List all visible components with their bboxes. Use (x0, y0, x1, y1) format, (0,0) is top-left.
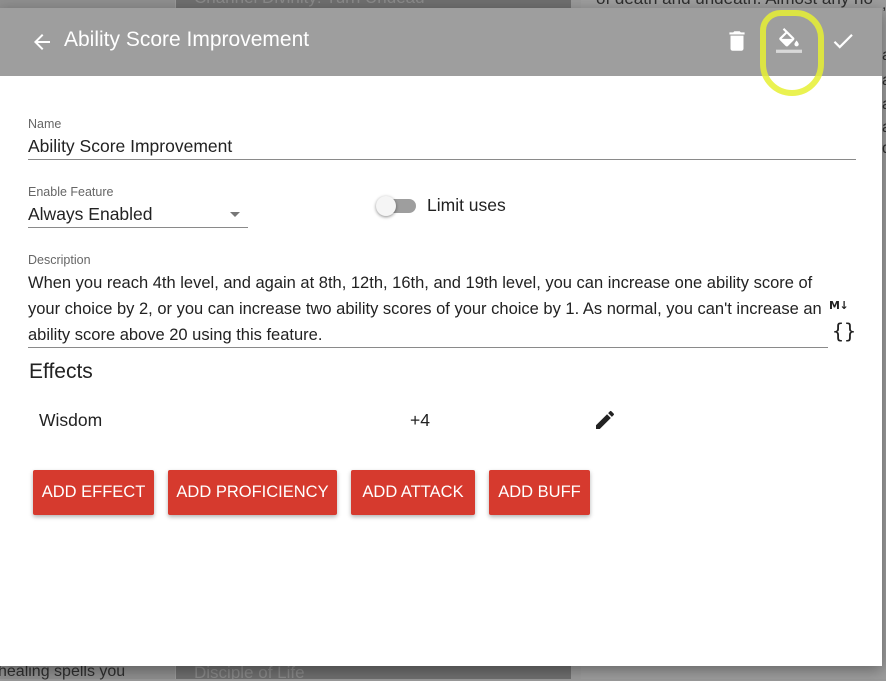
code-braces-icon[interactable]: {} (832, 319, 856, 343)
background-fragment: a (882, 119, 886, 137)
name-field-label: Name (28, 117, 62, 131)
toggle-knob (376, 196, 396, 216)
effect-name: Wisdom (39, 410, 103, 430)
background-fragment: a (882, 72, 886, 90)
background-fragment: , (882, 0, 886, 14)
description-field[interactable]: When you reach 4th level, and again at 8… (28, 270, 828, 348)
background-card-bottom-title: Disciple of Life (194, 666, 305, 679)
background-card-title: Channel Divinity: Turn Undead (194, 0, 425, 8)
edit-feature-dialog: Ability Score Improvement Name Ability S… (0, 8, 882, 666)
markdown-icon[interactable]: M↓ (829, 299, 849, 312)
limit-uses-label: Limit uses (427, 195, 506, 215)
limit-uses-toggle[interactable] (376, 196, 418, 216)
add-proficiency-button[interactable]: ADD PROFICIENCY (168, 470, 337, 515)
arrow-back-icon[interactable] (30, 30, 54, 54)
background-fragment: d (882, 140, 886, 158)
trash-icon[interactable] (724, 28, 750, 54)
background-fragment: a (882, 96, 886, 114)
enable-feature-select[interactable]: Always Enabled (28, 204, 153, 225)
effects-title: Effects (29, 360, 93, 383)
check-icon[interactable] (830, 28, 856, 54)
dialog-title: Ability Score Improvement (64, 28, 310, 51)
chevron-down-icon[interactable] (230, 212, 240, 217)
dialog-toolbar: Ability Score Improvement (0, 8, 882, 76)
name-field[interactable]: Ability Score Improvement (28, 136, 232, 157)
name-field-underline (28, 159, 856, 160)
edit-pencil-icon[interactable] (593, 408, 617, 432)
add-effect-button[interactable]: ADD EFFECT (33, 470, 154, 515)
enable-feature-underline (28, 227, 248, 228)
paint-bucket-icon[interactable] (776, 28, 802, 54)
background-fragment: a (882, 47, 886, 65)
description-underline (28, 347, 828, 348)
add-buff-button[interactable]: ADD BUFF (489, 470, 590, 515)
enable-feature-label: Enable Feature (28, 185, 114, 199)
effect-value: +4 (410, 410, 430, 430)
description-label: Description (28, 253, 91, 267)
background-card-top: Channel Divinity: Turn Undead (176, 0, 571, 8)
background-bottom-left: healing spells you (0, 663, 175, 680)
effect-row[interactable]: Wisdom +4 (0, 398, 882, 444)
background-card-bottom: Disciple of Life (176, 666, 571, 679)
add-attack-button[interactable]: ADD ATTACK (351, 470, 475, 515)
